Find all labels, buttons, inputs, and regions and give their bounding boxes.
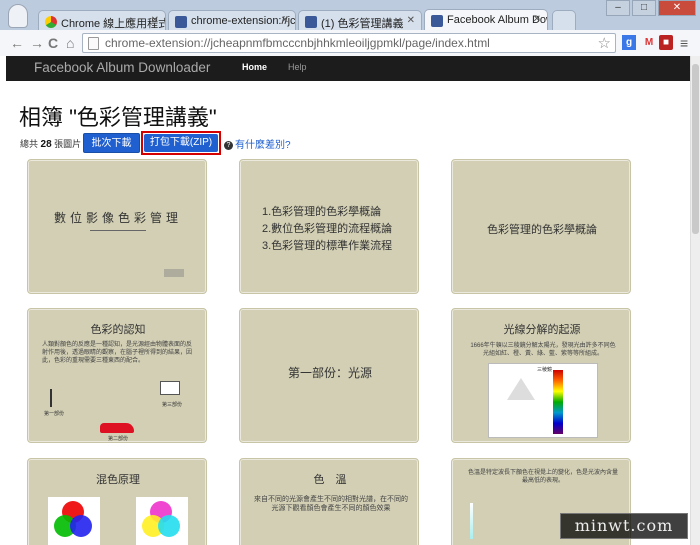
list-item: 1.色彩管理的色彩學概論	[262, 206, 382, 218]
forward-button[interactable]: →	[30, 35, 44, 51]
browser-toolbar: ← → C ⌂ chrome-extension://jcheapnmfbmcc…	[0, 30, 700, 56]
url-text: chrome-extension://jcheapnmfbmcccnbjhhkm…	[105, 36, 490, 50]
blue-circle	[70, 515, 92, 537]
photo-thumbnail-8[interactable]: 色 溫 來自不同的光源會產生不同的相對光譜，在不同的光源下觀看顏色會產生不同的顏…	[239, 458, 419, 545]
extension-icon	[175, 16, 187, 28]
new-tab-button[interactable]	[552, 10, 576, 32]
lamp-illustration	[50, 389, 64, 407]
maximize-button[interactable]: □	[632, 0, 656, 16]
photo-thumbnail-4[interactable]: 色彩的認知 人類對顏色的反應是一種認知，是光源經由物體表面的反射作用後，透過眼睛…	[27, 308, 207, 443]
facebook-icon	[305, 16, 317, 28]
diagram-label: 第二部份	[108, 436, 129, 442]
photo-thumbnail-7[interactable]: 混色原理	[27, 458, 207, 545]
tab-strip: Chrome 線上應用程式商店 ✕ chrome-extension://jch…	[0, 0, 700, 32]
nav-help[interactable]: Help	[288, 62, 307, 72]
difference-help-link[interactable]: ? 有什麼差別?	[224, 136, 291, 151]
extension-icon	[431, 15, 443, 27]
address-bar[interactable]: chrome-extension://jcheapnmfbmcccnbjhhkm…	[82, 33, 616, 53]
gmail-icon[interactable]: M	[642, 35, 656, 50]
slide-title: 色 溫	[313, 474, 347, 486]
help-link-text: 有什麼差別?	[235, 140, 291, 151]
slide-title: 數位影像色彩管理	[53, 211, 182, 225]
zip-download-button[interactable]: 打包下載(ZIP)	[144, 134, 218, 152]
diagram-label: 第三部份	[162, 402, 183, 408]
extension-badge-icon[interactable]: ■	[659, 35, 673, 50]
batch-download-button[interactable]: 批次下載	[83, 133, 140, 153]
close-icon[interactable]: ✕	[151, 15, 159, 26]
cyan-circle	[158, 515, 180, 537]
eye-illustration	[160, 381, 180, 395]
window-close-button[interactable]: ✕	[658, 0, 696, 16]
slide-body: 1666年牛頓以三稜鏡分解太陽光，發現光由許多不同色光組如紅、橙、黃、綠、藍、紫…	[470, 343, 616, 357]
diagram-label: 三稜鏡	[537, 367, 553, 373]
nav-home[interactable]: Home	[242, 62, 267, 72]
profile-icon[interactable]	[8, 4, 28, 28]
slide-title: 色彩管理的色彩學概論	[487, 224, 597, 236]
additive-color-diagram	[48, 497, 100, 545]
menu-icon[interactable]: ≡	[680, 35, 688, 51]
tab-label: (1) 色彩管理講義	[321, 18, 404, 30]
google-extension-icon[interactable]: g	[622, 35, 636, 50]
question-icon: ?	[224, 141, 233, 150]
list-item: 2.數位色彩管理的流程概論	[262, 223, 393, 235]
prism-illustration	[507, 378, 535, 400]
photo-thumbnail-5[interactable]: 第一部份：光源	[239, 308, 419, 443]
close-icon[interactable]: ✕	[533, 14, 541, 25]
tab-album-downloader[interactable]: Facebook Album Downl ✕	[424, 9, 548, 31]
photo-thumbnail-2[interactable]: 1.色彩管理的色彩學概論 2.數位色彩管理的流程概論 3.色彩管理的標準作業流程	[239, 159, 419, 294]
photo-thumbnail-3[interactable]: 色彩管理的色彩學概論	[451, 159, 631, 294]
slide-body: 人類對顏色的反應是一種認知，是光源經由物體表面的反射作用後，透過眼睛的觀察，在腦…	[42, 342, 193, 364]
car-illustration	[100, 423, 134, 433]
subtractive-color-diagram	[136, 497, 188, 545]
count-prefix: 總共	[20, 139, 39, 149]
count-value: 28	[40, 139, 52, 150]
list-item: 3.色彩管理的標準作業流程	[262, 240, 393, 252]
watermark: minwt.com	[560, 513, 688, 539]
slide-body: 來自不同的光源會產生不同的相對光譜，在不同的光源下觀看顏色會產生不同的顏色效果	[254, 496, 408, 512]
minimize-button[interactable]: –	[606, 0, 630, 16]
photo-thumbnail-1[interactable]: 數位影像色彩管理	[27, 159, 207, 294]
tab-extension[interactable]: chrome-extension://jcheap ✕	[168, 10, 296, 32]
browser-chrome: Chrome 線上應用程式商店 ✕ chrome-extension://jch…	[0, 0, 700, 56]
spectrum-diagram: 三稜鏡	[488, 363, 598, 438]
divider	[90, 230, 146, 231]
photo-count: 總共 28 張圖片	[20, 137, 81, 150]
back-button[interactable]: ←	[10, 35, 24, 51]
close-icon[interactable]: ✕	[407, 15, 415, 26]
chrome-icon	[45, 16, 57, 28]
temperature-bar	[470, 503, 473, 539]
logo	[164, 269, 184, 277]
slide-title: 光線分解的起源	[503, 324, 581, 336]
slide-title: 第一部份：光源	[287, 366, 372, 380]
page-icon	[88, 37, 99, 50]
brand[interactable]: Facebook Album Downloader	[34, 60, 210, 75]
album-title: 相簿 "色彩管理講義"	[19, 105, 217, 130]
window-controls: – □ ✕	[606, 0, 696, 16]
slide-list: 1.色彩管理的色彩學概論 2.數位色彩管理的流程概論 3.色彩管理的標準作業流程	[262, 204, 392, 255]
reload-button[interactable]: C	[48, 35, 58, 51]
page-scrollbar[interactable]	[690, 56, 700, 545]
slide-title: 色彩的認知	[90, 324, 146, 336]
tab-webstore[interactable]: Chrome 線上應用程式商店 ✕	[38, 10, 166, 32]
close-icon[interactable]: ✕	[281, 15, 289, 26]
bookmark-star-icon[interactable]: ☆	[598, 34, 611, 52]
tab-facebook[interactable]: (1) 色彩管理講義 ✕	[298, 10, 422, 32]
photo-thumbnail-6[interactable]: 光線分解的起源 1666年牛頓以三稜鏡分解太陽光，發現光由許多不同色光組如紅、橙…	[451, 308, 631, 443]
slide-title: 混色原理	[96, 474, 140, 486]
slide-body: 色溫是特定波長下顏色在視覺上的變化，色是光波內含量最高低的表現。	[467, 470, 618, 484]
count-suffix: 張圖片	[54, 139, 82, 149]
spectrum-bar	[553, 370, 563, 434]
home-button[interactable]: ⌂	[66, 35, 74, 51]
app-navbar: Facebook Album Downloader Home Help	[6, 56, 690, 81]
scrollbar-thumb[interactable]	[692, 64, 699, 234]
diagram-label: 第一部份	[44, 411, 65, 417]
